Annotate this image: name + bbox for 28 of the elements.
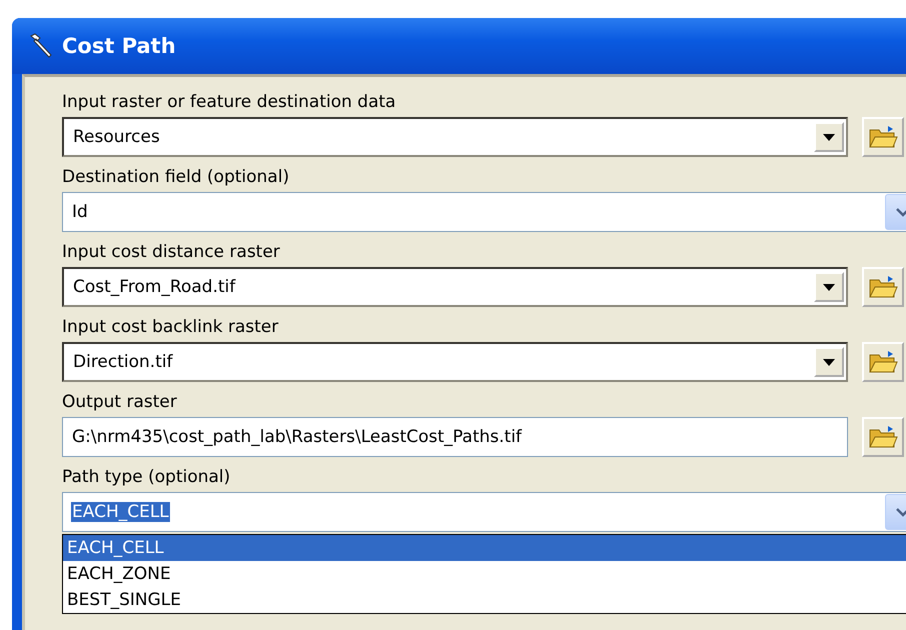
field-label: Input cost backlink raster [62, 316, 280, 339]
caret-icon [823, 134, 835, 140]
chevron-icon [896, 208, 906, 216]
dropdown-field[interactable]: Direction.tif [62, 342, 848, 382]
browse-button[interactable] [862, 342, 904, 382]
open-folder-icon [868, 349, 898, 375]
dropdown-field[interactable]: Resources [62, 117, 848, 157]
dropdown-field[interactable]: EACH_CELL [62, 492, 906, 532]
window-title: Cost Path [62, 34, 176, 58]
chevron-icon [896, 508, 906, 516]
open-folder-icon [868, 124, 898, 150]
dropdown-option[interactable]: EACH_CELL [63, 535, 906, 561]
field-label: Input raster or feature destination data [62, 91, 397, 114]
dropdown-field[interactable]: Id [62, 192, 906, 232]
browse-button[interactable] [862, 117, 904, 157]
field-label: Path type (optional) [62, 466, 232, 489]
field-label: Destination field (optional) [62, 166, 290, 189]
open-folder-icon [868, 424, 898, 450]
caret-icon [823, 284, 835, 290]
input-field[interactable]: G:\nrm435\cost_path_lab\Rasters\LeastCost_Paths.tif [62, 417, 848, 457]
field-label: Output raster [62, 391, 178, 414]
caret-icon [823, 358, 835, 366]
hammer-icon [28, 33, 54, 59]
browse-button[interactable] [862, 417, 904, 457]
field-label: Input cost distance raster [62, 241, 281, 264]
dropdown-field[interactable]: Cost_From_Road.tif [62, 267, 848, 307]
browse-button[interactable] [862, 267, 904, 307]
open-folder-icon [868, 274, 898, 300]
